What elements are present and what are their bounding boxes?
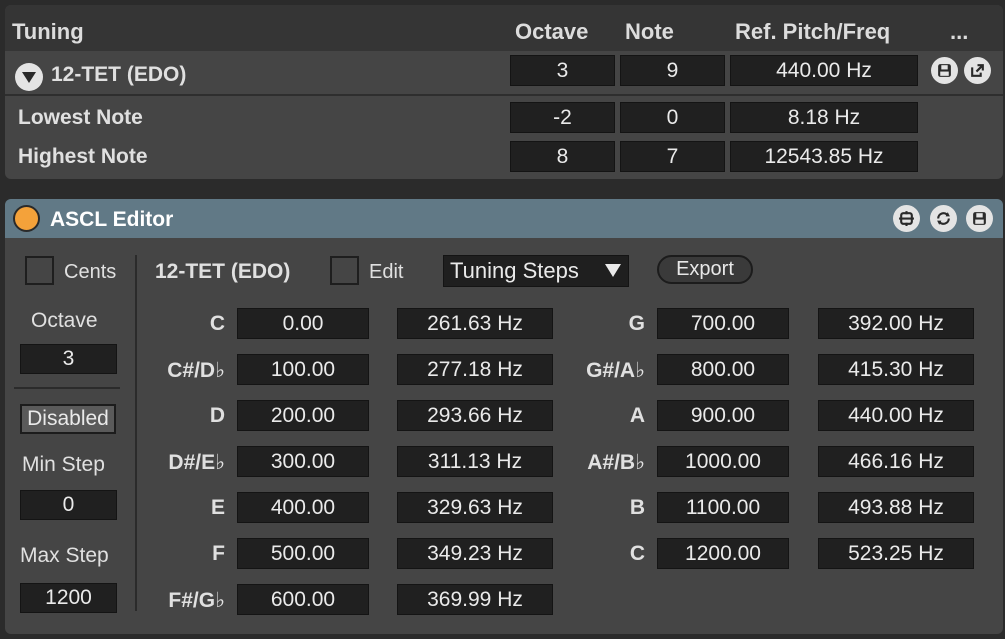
- lowest-octave-field[interactable]: -2: [510, 102, 615, 133]
- highest-freq-field: 12543.85 Hz: [730, 141, 918, 172]
- tuning-panel: Tuning Octave Note Ref. Pitch/Freq ... 1…: [5, 5, 1003, 179]
- step-cents-field[interactable]: 1200.00: [657, 538, 789, 569]
- sync-button[interactable]: [930, 205, 957, 232]
- min-step-field[interactable]: 0: [20, 490, 117, 520]
- external-link-icon: [971, 64, 984, 77]
- step-note-label: C: [629, 542, 645, 565]
- view-select-value: Tuning Steps: [450, 258, 579, 283]
- step-freq-field: 311.13 Hz: [397, 446, 553, 477]
- max-step-label: Max Step: [20, 544, 109, 567]
- tuning-header: Tuning Octave Note Ref. Pitch/Freq ...: [5, 5, 1003, 51]
- highest-note-field[interactable]: 7: [620, 141, 725, 172]
- step-freq-field: 466.16 Hz: [818, 446, 974, 477]
- step-note-label: G#/A♭: [586, 359, 645, 382]
- step-freq-field: 261.63 Hz: [397, 308, 553, 339]
- step-note-label: G: [628, 312, 645, 335]
- step-cents-field[interactable]: 500.00: [237, 538, 369, 569]
- device-activator-button[interactable]: [13, 205, 40, 232]
- step-cents-field[interactable]: 700.00: [657, 308, 789, 339]
- step-cents-field[interactable]: 200.00: [237, 400, 369, 431]
- step-cents-field[interactable]: 100.00: [237, 354, 369, 385]
- grid-icon: [899, 211, 914, 226]
- sync-icon: [937, 212, 950, 225]
- step-cents-field[interactable]: 1000.00: [657, 446, 789, 477]
- save-editor-button[interactable]: [966, 205, 993, 232]
- step-freq-field: 293.66 Hz: [397, 400, 553, 431]
- save-icon: [938, 64, 951, 77]
- disabled-toggle-button[interactable]: Disabled: [20, 404, 116, 434]
- triangle-down-icon: [22, 72, 36, 83]
- divider: [135, 255, 137, 611]
- step-freq-field: 277.18 Hz: [397, 354, 553, 385]
- step-cents-field[interactable]: 300.00: [237, 446, 369, 477]
- step-note-label: E: [210, 496, 225, 519]
- step-cents-field[interactable]: 800.00: [657, 354, 789, 385]
- save-tuning-button[interactable]: [931, 57, 958, 84]
- lowest-note-field[interactable]: 0: [620, 102, 725, 133]
- octave-field[interactable]: 3: [20, 344, 117, 374]
- divider: [14, 387, 120, 389]
- tuning-preset-name[interactable]: 12-TET (EDO): [51, 63, 186, 87]
- step-note-label: F#/G♭: [168, 589, 225, 612]
- cents-label: Cents: [64, 261, 117, 283]
- step-note-label: F: [212, 542, 225, 565]
- highest-octave-field[interactable]: 8: [510, 141, 615, 172]
- chevron-down-icon: [605, 264, 621, 277]
- editor-header: ASCL Editor: [5, 199, 1003, 238]
- step-note-label: D: [209, 404, 225, 427]
- ref-pitch-column-header: Ref. Pitch/Freq: [735, 19, 891, 44]
- octave-label: Octave: [31, 309, 98, 332]
- export-button[interactable]: Export: [657, 255, 753, 284]
- grid-view-button[interactable]: [893, 205, 920, 232]
- step-note-label: D#/E♭: [168, 451, 225, 474]
- octave-column-header: Octave: [515, 19, 589, 44]
- step-freq-field: 349.23 Hz: [397, 538, 553, 569]
- step-cents-field[interactable]: 600.00: [237, 584, 369, 615]
- step-note-label: C: [209, 312, 225, 335]
- open-external-button[interactable]: [964, 57, 991, 84]
- step-freq-field: 493.88 Hz: [818, 492, 974, 523]
- more-options-button[interactable]: ...: [950, 19, 968, 45]
- ascl-editor-panel: ASCL Editor Cents Octave 3 Disabled Min …: [5, 199, 1003, 634]
- ref-freq-field[interactable]: 440.00 Hz: [730, 55, 918, 86]
- step-freq-field: 392.00 Hz: [818, 308, 974, 339]
- step-note-label: A: [629, 404, 645, 427]
- lowest-freq-field: 8.18 Hz: [730, 102, 918, 133]
- step-freq-field: 415.30 Hz: [818, 354, 974, 385]
- step-freq-field: 369.99 Hz: [397, 584, 553, 615]
- step-note-label: B: [629, 496, 645, 519]
- ref-note-field[interactable]: 9: [620, 55, 725, 86]
- lowest-note-label: Lowest Note: [18, 106, 143, 129]
- step-note-label: C#/D♭: [167, 359, 225, 382]
- edit-label: Edit: [369, 261, 404, 283]
- step-cents-field[interactable]: 900.00: [657, 400, 789, 431]
- max-step-field[interactable]: 1200: [20, 583, 117, 613]
- save-icon: [973, 212, 986, 225]
- step-cents-field[interactable]: 0.00: [237, 308, 369, 339]
- step-freq-field: 440.00 Hz: [818, 400, 974, 431]
- step-cents-field[interactable]: 1100.00: [657, 492, 789, 523]
- view-select[interactable]: Tuning Steps: [443, 255, 629, 287]
- step-freq-field: 523.25 Hz: [818, 538, 974, 569]
- step-cents-field[interactable]: 400.00: [237, 492, 369, 523]
- editor-title: ASCL Editor: [50, 208, 174, 231]
- ref-octave-field[interactable]: 3: [510, 55, 615, 86]
- tuning-title: Tuning: [12, 19, 84, 44]
- step-freq-field: 329.63 Hz: [397, 492, 553, 523]
- edit-checkbox[interactable]: [330, 256, 359, 285]
- highest-note-label: Highest Note: [18, 145, 148, 168]
- cents-checkbox[interactable]: [25, 256, 54, 285]
- min-step-label: Min Step: [22, 453, 105, 476]
- tuning-name-label: 12-TET (EDO): [155, 260, 291, 283]
- step-note-label: A#/B♭: [587, 451, 645, 474]
- note-column-header: Note: [625, 19, 674, 44]
- divider: [5, 94, 1003, 96]
- collapse-toggle-button[interactable]: [15, 63, 43, 91]
